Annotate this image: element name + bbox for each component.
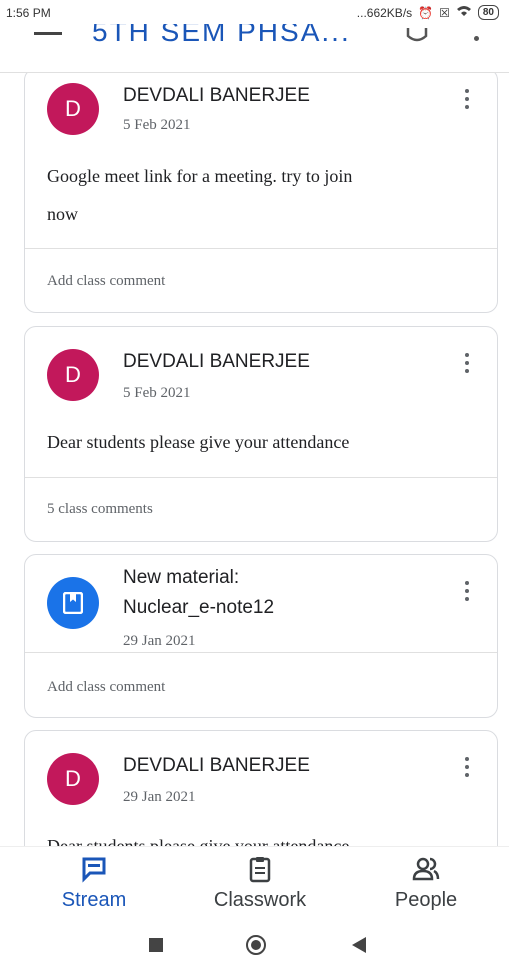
post-more-icon[interactable]: [465, 353, 469, 377]
post-date: 5 Feb 2021: [123, 385, 191, 401]
divider: [25, 652, 497, 653]
post-more-icon[interactable]: [465, 757, 469, 781]
post-author: DEVDALI BANERJEE: [123, 351, 310, 372]
menu-icon[interactable]: [34, 32, 62, 35]
classwork-icon: [249, 857, 271, 883]
app-bar: 5TH SEM PHSA...: [0, 24, 509, 73]
post-more-icon[interactable]: [465, 89, 469, 113]
add-class-comment[interactable]: Add class comment: [47, 273, 165, 290]
alarm-icon: ⏰: [418, 5, 434, 20]
post-date: 5 Feb 2021: [123, 117, 191, 133]
people-icon: [412, 857, 440, 881]
post-card: D DEVDALI BANERJEE 29 Jan 2021 Dear stud…: [24, 730, 498, 846]
material-title-line: Nuclear_e-note12: [123, 597, 275, 618]
avatar[interactable]: D: [47, 349, 99, 401]
divider: [25, 248, 497, 249]
nav-people[interactable]: People: [356, 855, 496, 912]
stream-icon: [82, 857, 106, 883]
post-author: DEVDALI BANERJEE: [123, 85, 310, 106]
divider: [25, 477, 497, 478]
nav-classwork[interactable]: Classwork: [190, 855, 330, 912]
system-nav-bar: [0, 924, 509, 967]
post-text: Google meet link for a meeting. try to j…: [47, 157, 352, 233]
post-date: 29 Jan 2021: [123, 633, 196, 649]
post-text-line: Google meet link for a meeting. try to j…: [47, 166, 353, 186]
material-title: New material: Nuclear_e-note12: [123, 563, 274, 623]
bottom-nav: Stream Classwork People: [0, 846, 509, 925]
signal-icon: ☒: [439, 5, 450, 20]
post-more-icon[interactable]: [465, 581, 469, 605]
post-text: Dear students please give your attendanc…: [47, 836, 350, 846]
post-text: Dear students please give your attendanc…: [47, 432, 350, 452]
material-icon: [47, 577, 99, 629]
battery-indicator: 80: [477, 5, 499, 20]
avatar[interactable]: D: [47, 753, 99, 805]
settings-icon[interactable]: [404, 28, 430, 46]
nav-stream-label: Stream: [61, 889, 127, 911]
post-card: D DEVDALI BANERJEE 5 Feb 2021 Google mee…: [24, 72, 498, 313]
home-icon[interactable]: [246, 935, 266, 955]
post-text-line: now: [47, 204, 78, 224]
nav-stream[interactable]: Stream: [24, 855, 164, 912]
nav-classwork-label: Classwork: [213, 889, 307, 911]
post-date: 29 Jan 2021: [123, 789, 196, 805]
material-title-line: New material:: [123, 567, 240, 588]
material-card[interactable]: New material: Nuclear_e-note12 29 Jan 20…: [24, 554, 498, 718]
back-icon[interactable]: [352, 937, 366, 953]
post-author: DEVDALI BANERJEE: [123, 755, 310, 776]
add-class-comment[interactable]: Add class comment: [47, 679, 165, 696]
status-time: 1:56 PM: [6, 6, 51, 20]
network-speed: ...662KB/s: [356, 5, 413, 20]
nav-people-label: People: [394, 889, 458, 911]
status-icons: ...662KB/s ⏰ ☒ 80: [357, 5, 499, 20]
wifi-icon: [456, 5, 472, 20]
avatar[interactable]: D: [47, 83, 99, 135]
status-bar: 1:56 PM ...662KB/s ⏰ ☒ 80: [0, 0, 509, 24]
recent-apps-icon[interactable]: [149, 938, 163, 952]
more-options-icon[interactable]: [474, 36, 479, 41]
class-title: 5TH SEM PHSA...: [92, 24, 351, 47]
stream-feed[interactable]: D DEVDALI BANERJEE 5 Feb 2021 Google mee…: [0, 72, 509, 846]
class-comments-link[interactable]: 5 class comments: [47, 501, 153, 518]
post-card: D DEVDALI BANERJEE 5 Feb 2021 Dear stude…: [24, 326, 498, 542]
